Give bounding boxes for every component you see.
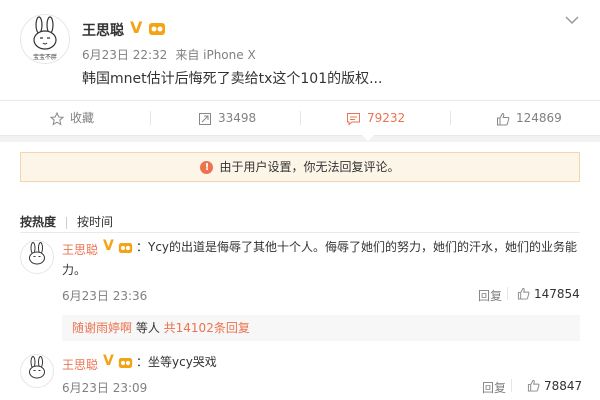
comment-text-line: ：Ycy的出道是侮辱了其他十个人。侮辱了她们的努力，她们的汗水，她们的业务能 xyxy=(136,240,578,254)
fan-badge-icon xyxy=(149,23,165,35)
divider xyxy=(66,216,68,229)
post-text: 韩国mnet估计后悔死了卖给tx这个101的版权... xyxy=(82,71,383,87)
warning-icon: ! xyxy=(200,161,214,174)
comment-time: 6月23日 23:36 xyxy=(62,289,148,303)
repost-count: 33498 xyxy=(218,111,257,125)
repost-icon xyxy=(199,112,211,125)
divider xyxy=(450,111,451,125)
sub-reply-count[interactable]: 共14102条回复 xyxy=(164,321,250,335)
post-meta: 6月23日 22:32 来自 iPhone X xyxy=(82,46,256,63)
collect-button[interactable]: 收藏 xyxy=(50,101,94,135)
comment-username[interactable]: 王思聪 xyxy=(62,241,98,258)
reply-disabled-notice: ! 由于用户设置，你无法回复评论。 xyxy=(20,152,580,182)
comment-count: 79232 xyxy=(367,111,406,125)
repost-button[interactable]: 33498 xyxy=(198,101,256,135)
bunny-avatar-icon: 宝宝不胖 xyxy=(33,16,57,61)
like-button[interactable]: 124869 xyxy=(496,101,562,135)
post-source: 来自 iPhone X xyxy=(175,48,256,62)
avatar[interactable] xyxy=(20,354,54,388)
avatar[interactable]: 宝宝不胖 xyxy=(20,14,70,64)
weibo-post: 宝宝不胖 王思聪 V 6月23日 22:32 来自 iPhone X 韩国mnet… xyxy=(0,0,600,100)
like-count: 124869 xyxy=(516,111,562,125)
chevron-down-icon[interactable] xyxy=(564,14,580,26)
comment-like-count: 78847 xyxy=(544,379,583,393)
comment-text: ：Ycy的出道是侮辱了其他十个人。侮辱了她们的努力，她们的汗水，她们的业务能 xyxy=(136,236,580,258)
bunny-avatar-icon xyxy=(29,242,45,265)
divider xyxy=(300,111,301,125)
verified-v-icon: V xyxy=(130,18,143,37)
comment-username[interactable]: 王思聪 xyxy=(62,356,98,373)
fan-badge-icon xyxy=(118,243,133,253)
divider xyxy=(20,232,580,233)
comment-like-count: 147854 xyxy=(534,287,580,301)
comment-button[interactable]: 79232 xyxy=(346,101,405,135)
reply-button[interactable]: 回复 xyxy=(478,287,502,304)
divider xyxy=(511,379,512,392)
action-bar: 收藏 33498 79232 124869 xyxy=(0,100,600,136)
fan-badge-icon xyxy=(118,358,133,368)
verified-v-icon: V xyxy=(103,353,114,369)
comment-like-button[interactable]: 147854 xyxy=(517,287,580,301)
thumbs-up-icon xyxy=(527,379,540,392)
post-time[interactable]: 6月23日 22:32 xyxy=(82,48,167,62)
divider xyxy=(150,111,151,125)
collect-label: 收藏 xyxy=(70,111,95,125)
comment-icon xyxy=(347,112,360,126)
comment-like-button[interactable]: 78847 xyxy=(527,379,582,393)
sub-reply-user[interactable]: 随谢雨婷啊 xyxy=(72,321,132,335)
avatar[interactable] xyxy=(20,240,54,274)
tab-time[interactable]: 按时间 xyxy=(77,213,113,230)
svg-text:宝宝不胖: 宝宝不胖 xyxy=(33,53,57,61)
comment-text: ：坐等ycy哭戏 xyxy=(136,355,217,369)
comment-pointer xyxy=(361,134,375,141)
thumbs-up-icon xyxy=(497,112,510,125)
sub-reply-text: 等人 xyxy=(132,321,164,335)
thumbs-up-icon xyxy=(517,287,530,300)
comment-time: 6月23日 23:09 xyxy=(62,381,148,395)
comment-panel: ! 由于用户设置，你无法回复评论。 按热度 按时间 王思聪 V ：Ycy的出道是侮辱… xyxy=(0,142,600,400)
divider xyxy=(507,287,508,300)
post-username[interactable]: 王思聪 xyxy=(82,20,124,40)
bunny-avatar-icon xyxy=(29,356,45,379)
tab-hot[interactable]: 按热度 xyxy=(20,213,56,230)
notice-text: 由于用户设置，你无法回复评论。 xyxy=(219,160,400,174)
sub-reply-summary[interactable]: 随谢雨婷啊 等人 共14102条回复 xyxy=(62,315,580,341)
reply-button[interactable]: 回复 xyxy=(482,379,506,396)
star-icon xyxy=(50,111,64,126)
sort-tabs: 按热度 按时间 xyxy=(20,213,113,230)
comment-text-continued: 力。 xyxy=(62,263,87,277)
verified-v-icon: V xyxy=(103,238,114,254)
